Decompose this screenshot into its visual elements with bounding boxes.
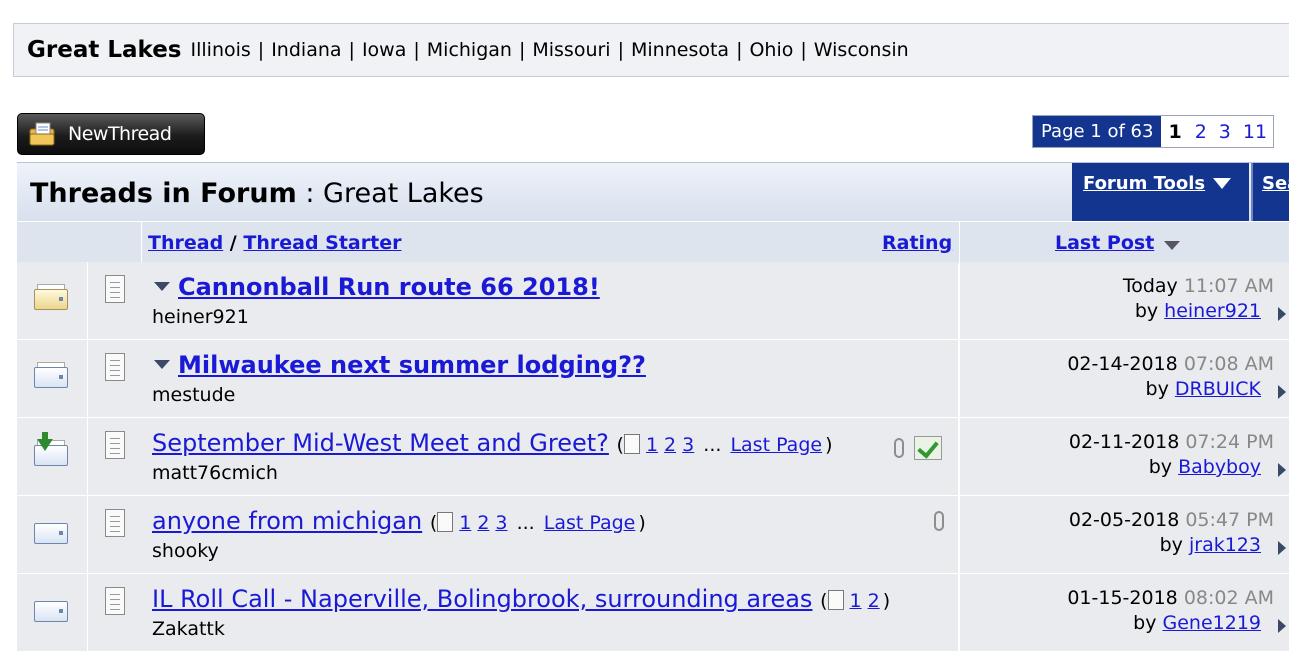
current-page: 1: [1161, 116, 1189, 147]
threads-header: Threads in Forum : Great Lakes Forum Too…: [17, 162, 1289, 222]
thread-page-link[interactable]: 1: [850, 590, 862, 612]
thread-row: anyone from michigan (1 2 3 ... Last Page)…: [17, 496, 1289, 574]
thread-page-link[interactable]: 2: [477, 512, 489, 534]
thread-row: Milwaukee next summer lodging?? mestude …: [17, 340, 1289, 418]
state-link-iowa[interactable]: Iowa: [362, 39, 406, 61]
thread-menu-dropdown-icon[interactable]: [154, 282, 170, 291]
last-post-date: 02-05-2018: [1068, 509, 1180, 531]
envelope-download-icon: [34, 432, 70, 466]
sort-rating-link[interactable]: Rating: [882, 232, 952, 254]
thread-title-link[interactable]: September Mid-West Meet and Greet?: [152, 429, 609, 457]
multipage-icon: [827, 590, 844, 610]
go-to-last-post-icon[interactable]: [1278, 463, 1286, 477]
thread-title-link[interactable]: IL Roll Call - Naperville, Bolingbrook, …: [152, 585, 812, 613]
thread-doc-icon: [105, 509, 125, 537]
thread-doc-icon: [105, 275, 125, 303]
last-post-time: 07:24 PM: [1185, 431, 1274, 453]
thread-starter: matt76cmich: [152, 462, 278, 484]
state-link-missouri[interactable]: Missouri: [532, 39, 610, 61]
multipage-icon: [623, 434, 640, 454]
state-link-indiana[interactable]: Indiana: [271, 39, 341, 61]
forum-tools-label: Forum Tools: [1083, 173, 1206, 194]
state-link-ohio[interactable]: Ohio: [749, 39, 793, 61]
envelope-new-blue-icon: [34, 362, 70, 388]
state-link-wisconsin[interactable]: Wisconsin: [814, 39, 909, 61]
thread-page-links: (1 2 3 ... Last Page): [616, 434, 833, 456]
thread-page-link[interactable]: 3: [495, 512, 507, 534]
last-post-time: 11:07 AM: [1183, 275, 1274, 297]
go-to-last-post-icon[interactable]: [1278, 541, 1286, 555]
search-forum-menu[interactable]: Search: [1251, 163, 1289, 222]
last-post-date: 01-15-2018: [1067, 587, 1178, 609]
attachment-paperclip-icon: [894, 438, 904, 458]
last-post-time: 05:47 PM: [1185, 509, 1274, 531]
thread-page-link[interactable]: 3: [682, 434, 694, 456]
attachment-paperclip-icon: [934, 511, 944, 531]
thread-row: September Mid-West Meet and Greet? (1 2 3 …: [17, 418, 1289, 496]
thread-page-link[interactable]: 1: [646, 434, 658, 456]
thread-last-page-link[interactable]: Last Page: [730, 434, 822, 456]
page-info: Page 1 of 63: [1033, 116, 1162, 147]
go-to-last-post-icon[interactable]: [1278, 307, 1286, 321]
sort-thread-link[interactable]: Thread: [148, 232, 223, 254]
forum-name: Great Lakes: [323, 178, 484, 209]
thread-row: Cannonball Run route 66 2018! heiner921 …: [17, 262, 1289, 340]
sort-last-post-link[interactable]: Last Post: [1055, 232, 1154, 254]
last-poster-link[interactable]: Gene1219: [1163, 612, 1262, 634]
thread-title-link[interactable]: Cannonball Run route 66 2018!: [178, 273, 600, 301]
sort-desc-icon[interactable]: [1158, 236, 1186, 258]
search-forum-label: Search: [1262, 173, 1289, 194]
go-to-last-post-icon[interactable]: [1278, 385, 1286, 399]
subforum-bar: Great Lakes Illinois | Indiana | Iowa | Mic…: [13, 23, 1289, 77]
pagination: Page 1 of 63 1 2 3 11: [1032, 115, 1275, 148]
page-link-11[interactable]: 11: [1236, 116, 1274, 147]
page-title: Threads in Forum : Great Lakes: [30, 178, 484, 209]
last-poster-link[interactable]: jrak123: [1189, 534, 1261, 556]
thread-page-link[interactable]: 1: [459, 512, 471, 534]
sort-thread-starter-link[interactable]: Thread Starter: [243, 232, 401, 254]
last-post-date: Today: [1122, 275, 1178, 297]
thread-page-link[interactable]: 2: [868, 590, 880, 612]
thread-starter: shooky: [152, 540, 219, 562]
multipage-icon: [437, 512, 454, 532]
thread-menu-dropdown-icon[interactable]: [154, 360, 170, 369]
thread-page-links: (1 2 3 ... Last Page): [429, 512, 646, 534]
page-link-3[interactable]: 3: [1212, 116, 1237, 147]
go-to-last-post-icon[interactable]: [1278, 619, 1286, 633]
thread-last-page-link[interactable]: Last Page: [544, 512, 636, 534]
chevron-down-icon: [1213, 178, 1231, 189]
thread-doc-icon: [105, 353, 125, 381]
last-post-date: 02-11-2018: [1068, 431, 1180, 453]
thread-page-links: (1 2): [820, 590, 891, 612]
new-document-icon: [28, 121, 58, 147]
column-header-row: Thread / Thread Starter Rating Last Post: [17, 221, 1289, 263]
page-link-2[interactable]: 2: [1188, 116, 1213, 147]
checkmark-icon: [914, 436, 942, 460]
last-post-time: 07:08 AM: [1183, 353, 1274, 375]
thread-starter: heiner921: [152, 306, 249, 328]
thread-title-link[interactable]: anyone from michigan: [152, 507, 422, 535]
new-thread-label: NewThread: [68, 123, 172, 145]
state-link-michigan[interactable]: Michigan: [427, 39, 512, 61]
last-poster-link[interactable]: heiner921: [1164, 300, 1261, 322]
thread-page-link[interactable]: 2: [664, 434, 676, 456]
envelope-icon: [34, 596, 70, 622]
thread-doc-icon: [105, 431, 125, 459]
last-post-time: 08:02 AM: [1183, 587, 1274, 609]
region-title: Great Lakes: [27, 37, 182, 63]
state-link-minnesota[interactable]: Minnesota: [631, 39, 729, 61]
last-post-date: 02-14-2018: [1067, 353, 1178, 375]
forum-tools-menu[interactable]: Forum Tools: [1072, 163, 1249, 222]
thread-starter: Zakattk: [152, 618, 225, 640]
last-poster-link[interactable]: Babyboy: [1178, 456, 1261, 478]
last-poster-link[interactable]: DRBUICK: [1175, 378, 1261, 400]
envelope-new-yellow-icon: [34, 284, 70, 310]
thread-doc-icon: [105, 587, 125, 615]
state-link-illinois[interactable]: Illinois: [191, 39, 251, 61]
envelope-icon: [34, 518, 70, 544]
thread-row: IL Roll Call - Naperville, Bolingbrook, …: [17, 574, 1289, 652]
new-thread-button[interactable]: NewThread: [17, 113, 205, 155]
thread-title-link[interactable]: Milwaukee next summer lodging??: [178, 351, 646, 379]
thread-starter: mestude: [152, 384, 236, 406]
